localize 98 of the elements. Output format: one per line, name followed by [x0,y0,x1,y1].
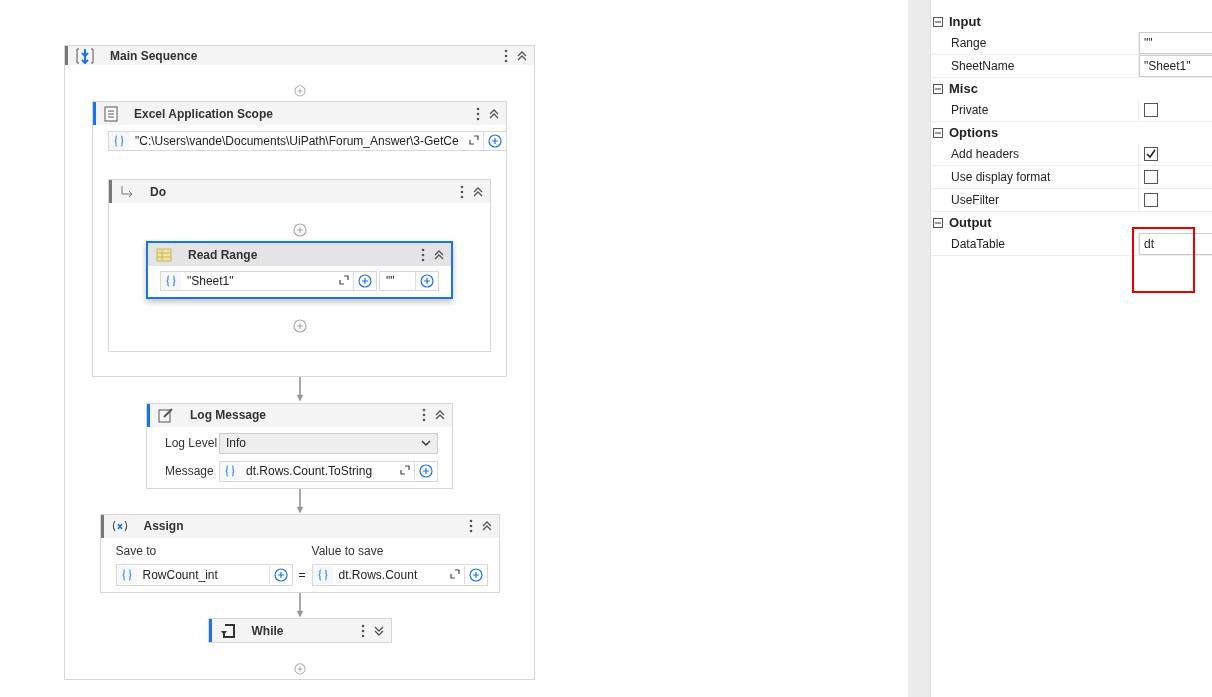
more-icon[interactable] [460,184,464,199]
sheet-field[interactable]: "Sheet1" [160,271,377,292]
property-row[interactable]: Range "" [931,32,1212,55]
add-icon[interactable] [468,567,483,582]
property-section-header[interactable]: Options [931,122,1212,143]
property-row[interactable]: Use display format [931,166,1212,189]
activity-title: Excel Application Scope [133,106,274,121]
path-field[interactable]: "C:\Users\vande\Documents\UiPath\Forum_Answer\3-GetCe [108,131,507,152]
edit-icon [158,407,174,424]
field-label: Message [165,464,213,479]
collapse-icon[interactable] [480,520,493,533]
activity-header[interactable]: Assign [100,514,499,538]
checkbox[interactable] [1144,103,1158,117]
branch-arrow-icon [120,185,134,198]
property-row[interactable]: Private [931,99,1212,122]
property-value-field[interactable]: dt [1139,233,1212,255]
activity-title: Assign [142,519,185,534]
property-label: Use display format [950,170,1052,184]
property-row[interactable]: DataTable dt [931,233,1212,256]
equals-sign: = [297,567,307,584]
expand-editor-icon[interactable] [449,568,460,579]
loop-icon [219,622,236,639]
connector-arrow [294,377,305,403]
property-section-header[interactable]: Output [931,212,1212,233]
message-field[interactable]: dt.Rows.Count.ToString [219,460,438,482]
braces-icon [114,135,124,148]
add-icon[interactable] [358,274,372,289]
log-message-activity[interactable]: Log Message Log Level Info Message dt.Rows.Count.ToString [146,402,453,489]
document-icon [104,105,118,122]
property-value-field[interactable]: "" [1139,32,1212,54]
property-label: UseFilter [950,193,1000,207]
property-label: DataTable [950,237,1007,251]
property-row[interactable]: UseFilter [931,189,1212,212]
braces-icon [121,568,132,581]
range-field[interactable]: "" [379,271,439,292]
property-section-header[interactable]: Input [931,11,1212,32]
more-icon[interactable] [504,48,508,63]
expand-icon[interactable] [372,624,385,637]
activity-title: Read Range [187,247,259,262]
field-label: Save to [115,543,158,558]
expand-editor-icon[interactable] [339,275,349,286]
activity-header[interactable]: Do [109,180,490,204]
collapse-icon[interactable] [933,16,943,27]
add-icon[interactable] [419,464,433,479]
sequence-icon [76,47,94,64]
braces-icon [166,275,176,288]
property-label: Private [950,103,990,117]
more-icon[interactable] [476,106,480,121]
add-icon[interactable] [273,567,288,582]
checkbox[interactable] [1144,147,1158,161]
property-value-field[interactable]: "Sheet1" [1139,55,1212,77]
property-row[interactable]: SheetName "Sheet1" [931,55,1212,78]
more-icon[interactable] [360,623,365,638]
while-activity[interactable]: While [208,619,391,643]
dropdown-caret-icon [421,440,431,447]
table-icon [156,247,172,262]
activity-header[interactable]: Read Range [148,243,451,267]
connector-arrow [294,488,305,514]
more-icon[interactable] [421,247,425,262]
braces-icon [317,568,328,581]
braces-icon [225,465,235,478]
activity-title: Do [149,184,167,199]
collapse-icon[interactable] [488,107,500,120]
collapse-icon[interactable] [472,185,484,198]
collapse-icon[interactable] [433,248,445,261]
more-icon[interactable] [468,519,473,534]
activity-header[interactable]: Main Sequence [65,46,534,66]
collapse-icon[interactable] [933,217,943,228]
read-range-activity[interactable]: Read Range "Sheet1" "" [146,241,453,300]
add-icon[interactable] [487,134,502,149]
more-icon[interactable] [422,408,426,423]
log-level-dropdown[interactable]: Info [219,432,438,454]
collapse-icon[interactable] [933,83,943,94]
activity-title: While [250,623,285,638]
activity-header[interactable]: Log Message [147,403,452,427]
excel-scope-activity[interactable]: Excel Application Scope "C:\Users\vande\Documents\UiPath\Forum_Answer\3-GetCe Do Read Range "Sheet1" "" [92,101,507,378]
property-section-header[interactable]: Misc [931,78,1212,99]
expand-editor-icon[interactable] [400,465,410,476]
save-to-field[interactable]: RowCount_int [115,563,293,586]
assign-activity[interactable]: Assign Save to RowCount_int = Value to save dt.Rows.Count [99,513,500,593]
property-row[interactable]: Add headers [931,143,1212,166]
checkbox[interactable] [1144,193,1158,207]
activity-title: Log Message [189,408,268,423]
collapse-icon[interactable] [933,127,943,138]
add-icon[interactable] [420,274,434,289]
activity-title: Main Sequence [109,48,199,63]
expand-editor-icon[interactable] [468,135,479,146]
variable-icon [111,520,128,533]
activity-header[interactable]: Excel Application Scope [93,102,506,126]
property-label: Add headers [950,147,1021,161]
collapse-icon[interactable] [434,409,446,422]
collapse-icon[interactable] [516,49,528,62]
field-label: Value to save [311,543,385,558]
property-label: Range [950,36,988,50]
connector-arrow [294,592,305,619]
value-field[interactable]: dt.Rows.Count [311,563,488,586]
property-label: SheetName [950,59,1016,73]
checkbox[interactable] [1144,170,1158,184]
